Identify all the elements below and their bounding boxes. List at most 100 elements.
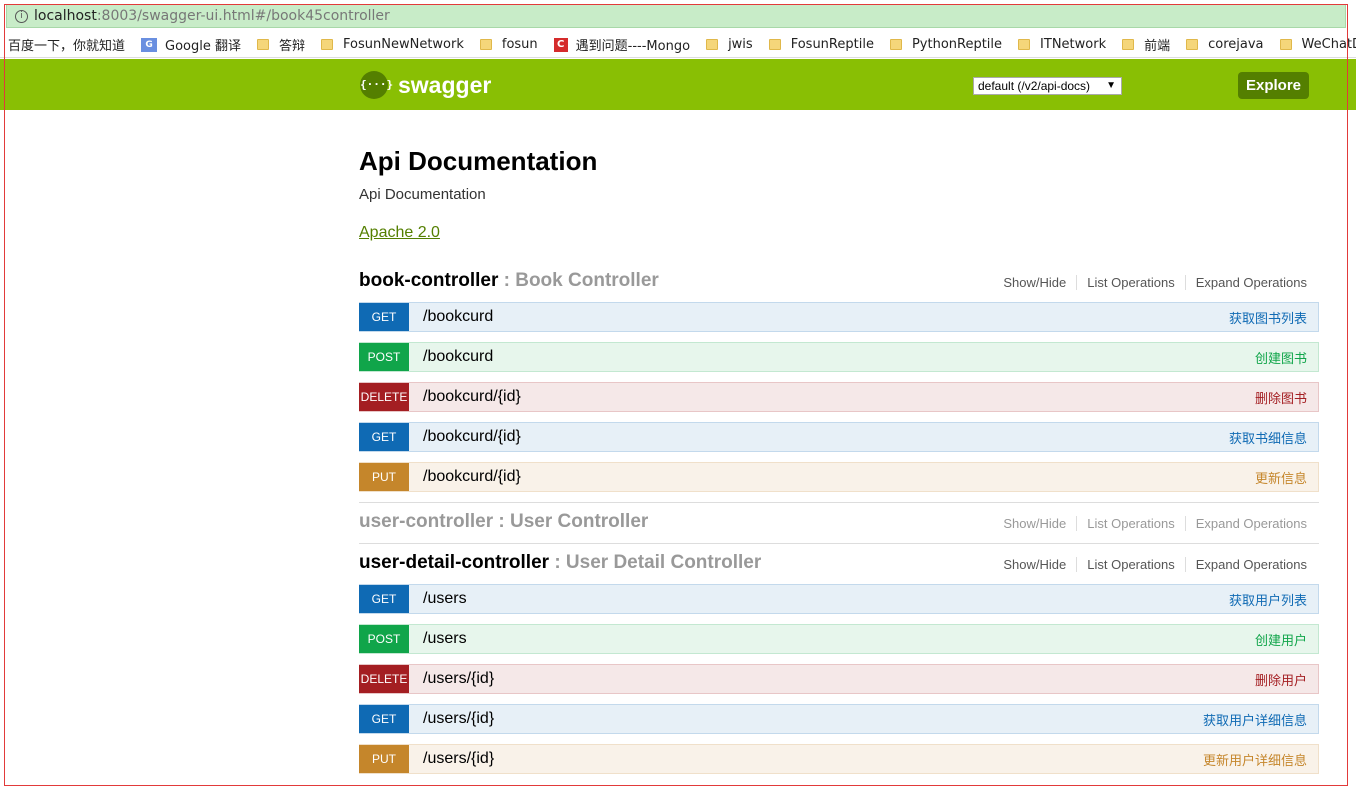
operation-path[interactable]: /users [423, 630, 1255, 648]
show-hide-link[interactable]: Show/Hide [1003, 516, 1078, 531]
folder-icon [1279, 39, 1292, 50]
bookmark-label: 答辩 [279, 39, 306, 54]
explore-button[interactable]: Explore [1238, 72, 1309, 99]
expand-operations-link[interactable]: Expand Operations [1186, 516, 1307, 531]
folder-icon [768, 39, 781, 50]
operation-row[interactable]: GET /bookcurd 获取图书列表 [359, 302, 1319, 332]
controller-header-book: book-controller : Book Controller Show/H… [359, 268, 1319, 298]
info-icon[interactable]: i [15, 9, 28, 23]
method-badge[interactable]: GET [359, 705, 409, 733]
operation-row[interactable]: PUT /bookcurd/{id} 更新信息 [359, 462, 1319, 492]
method-badge[interactable]: DELETE [359, 665, 409, 693]
bookmark-item[interactable]: ITNetwork [1010, 32, 1114, 57]
controller-desc: : User Controller [493, 511, 649, 532]
bookmark-label: FosunNewNetwork [343, 37, 464, 52]
operation-path[interactable]: /bookcurd/{id} [423, 428, 1229, 446]
method-badge[interactable]: POST [359, 343, 409, 371]
list-operations-link[interactable]: List Operations [1077, 516, 1186, 531]
url-host: localhost [34, 8, 97, 24]
controller-desc: : User Detail Controller [549, 552, 762, 573]
spec-select[interactable]: default (/v2/api-docs) ▼ [973, 77, 1122, 95]
operation-row[interactable]: POST /users 创建用户 [359, 624, 1319, 654]
operation-row[interactable]: GET /users/{id} 获取用户详细信息 [359, 704, 1319, 734]
bookmark-item[interactable]: C 遇到问题----Mongo [546, 32, 698, 57]
folder-icon [321, 39, 334, 50]
operation-path[interactable]: /bookcurd [423, 348, 1255, 366]
bookmarks-bar: 百度一下，你就知道 G Google 翻译 答辩 FosunNewNetwork … [0, 32, 1356, 58]
list-operations-link[interactable]: List Operations [1077, 557, 1186, 572]
swagger-logo[interactable]: {···} swagger [360, 71, 491, 99]
expand-operations-link[interactable]: Expand Operations [1186, 275, 1307, 290]
bookmark-item[interactable]: 答辩 [249, 32, 313, 57]
expand-operations-link[interactable]: Expand Operations [1186, 557, 1307, 572]
operation-row[interactable]: GET /bookcurd/{id} 获取书细信息 [359, 422, 1319, 452]
list-operations-link[interactable]: List Operations [1077, 275, 1186, 290]
bookmark-item[interactable]: fosun [472, 32, 546, 57]
bookmark-item[interactable]: FosunReptile [761, 32, 882, 57]
controller-ops: Show/Hide List Operations Expand Operati… [1003, 516, 1307, 531]
bookmark-label: jwis [728, 37, 753, 52]
method-badge[interactable]: PUT [359, 745, 409, 773]
bookmark-item[interactable]: corejava [1178, 32, 1271, 57]
divider [359, 502, 1319, 503]
bookmark-item[interactable]: G Google 翻译 [133, 32, 249, 57]
controller-desc: : Book Controller [498, 270, 659, 291]
swagger-header: {···} swagger [0, 59, 1356, 110]
bookmark-label: Google 翻译 [165, 39, 241, 54]
license-link[interactable]: Apache 2.0 [359, 224, 440, 242]
operation-summary[interactable]: 获取用户列表 [1229, 590, 1307, 609]
operation-path[interactable]: /users/{id} [423, 710, 1203, 728]
address-field[interactable]: i localhost:8003/swagger-ui.html#/book45… [6, 4, 1346, 28]
controller-ops: Show/Hide List Operations Expand Operati… [1003, 557, 1307, 572]
show-hide-link[interactable]: Show/Hide [1003, 557, 1078, 572]
operation-summary[interactable]: 获取图书列表 [1229, 308, 1307, 327]
operation-summary[interactable]: 更新信息 [1255, 468, 1307, 487]
folder-icon [889, 39, 902, 50]
method-badge[interactable]: PUT [359, 463, 409, 491]
operation-row[interactable]: GET /users 获取用户列表 [359, 584, 1319, 614]
show-hide-link[interactable]: Show/Hide [1003, 275, 1078, 290]
swagger-logo-text: swagger [398, 71, 492, 98]
method-badge[interactable]: GET [359, 423, 409, 451]
method-badge[interactable]: POST [359, 625, 409, 653]
operation-path[interactable]: /users/{id} [423, 670, 1255, 688]
csdn-icon: C [553, 37, 568, 52]
bookmark-item[interactable]: jwis [698, 32, 761, 57]
controller-title[interactable]: user-detail-controller : User Detail Con… [359, 552, 761, 574]
bookmark-label: WeChatDevelop [1301, 37, 1356, 52]
operation-path[interactable]: /bookcurd/{id} [423, 468, 1255, 486]
method-badge[interactable]: GET [359, 303, 409, 331]
operation-path[interactable]: /bookcurd [423, 308, 1229, 326]
operation-path[interactable]: /bookcurd/{id} [423, 388, 1255, 406]
bookmark-label: 百度一下，你就知道 [8, 39, 126, 54]
controller-title[interactable]: book-controller : Book Controller [359, 270, 659, 292]
bookmark-label: 遇到问题----Mongo [575, 39, 691, 54]
bookmark-item[interactable]: PythonReptile [882, 32, 1010, 57]
operation-summary[interactable]: 创建图书 [1255, 348, 1307, 367]
operation-summary[interactable]: 删除用户 [1255, 670, 1307, 689]
operation-path[interactable]: /users [423, 590, 1229, 608]
operation-row[interactable]: POST /bookcurd 创建图书 [359, 342, 1319, 372]
method-badge[interactable]: GET [359, 585, 409, 613]
operation-row[interactable]: PUT /users/{id} 更新用户详细信息 [359, 744, 1319, 774]
api-description: Api Documentation [359, 186, 486, 203]
operation-summary[interactable]: 删除图书 [1255, 388, 1307, 407]
operation-summary[interactable]: 更新用户详细信息 [1203, 750, 1307, 769]
operation-row[interactable]: DELETE /bookcurd/{id} 删除图书 [359, 382, 1319, 412]
operation-summary[interactable]: 获取书细信息 [1229, 428, 1307, 447]
bookmark-label: ITNetwork [1040, 37, 1107, 52]
bookmark-label: FosunReptile [790, 37, 874, 52]
bookmark-item[interactable]: WeChatDevelop [1272, 32, 1356, 57]
bookmark-item[interactable]: FosunNewNetwork [313, 32, 472, 57]
controller-title[interactable]: user-controller : User Controller [359, 511, 648, 533]
operation-row[interactable]: DELETE /users/{id} 删除用户 [359, 664, 1319, 694]
bookmark-label: PythonReptile [911, 37, 1003, 52]
operation-path[interactable]: /users/{id} [423, 750, 1203, 768]
method-badge[interactable]: DELETE [359, 383, 409, 411]
bookmark-item[interactable]: 百度一下，你就知道 [0, 32, 133, 57]
operation-summary[interactable]: 创建用户 [1255, 630, 1307, 649]
controller-name: user-controller [359, 511, 494, 532]
bookmark-item[interactable]: 前端 [1114, 32, 1178, 57]
operation-summary[interactable]: 获取用户详细信息 [1203, 710, 1307, 729]
controller-ops: Show/Hide List Operations Expand Operati… [1003, 275, 1307, 290]
